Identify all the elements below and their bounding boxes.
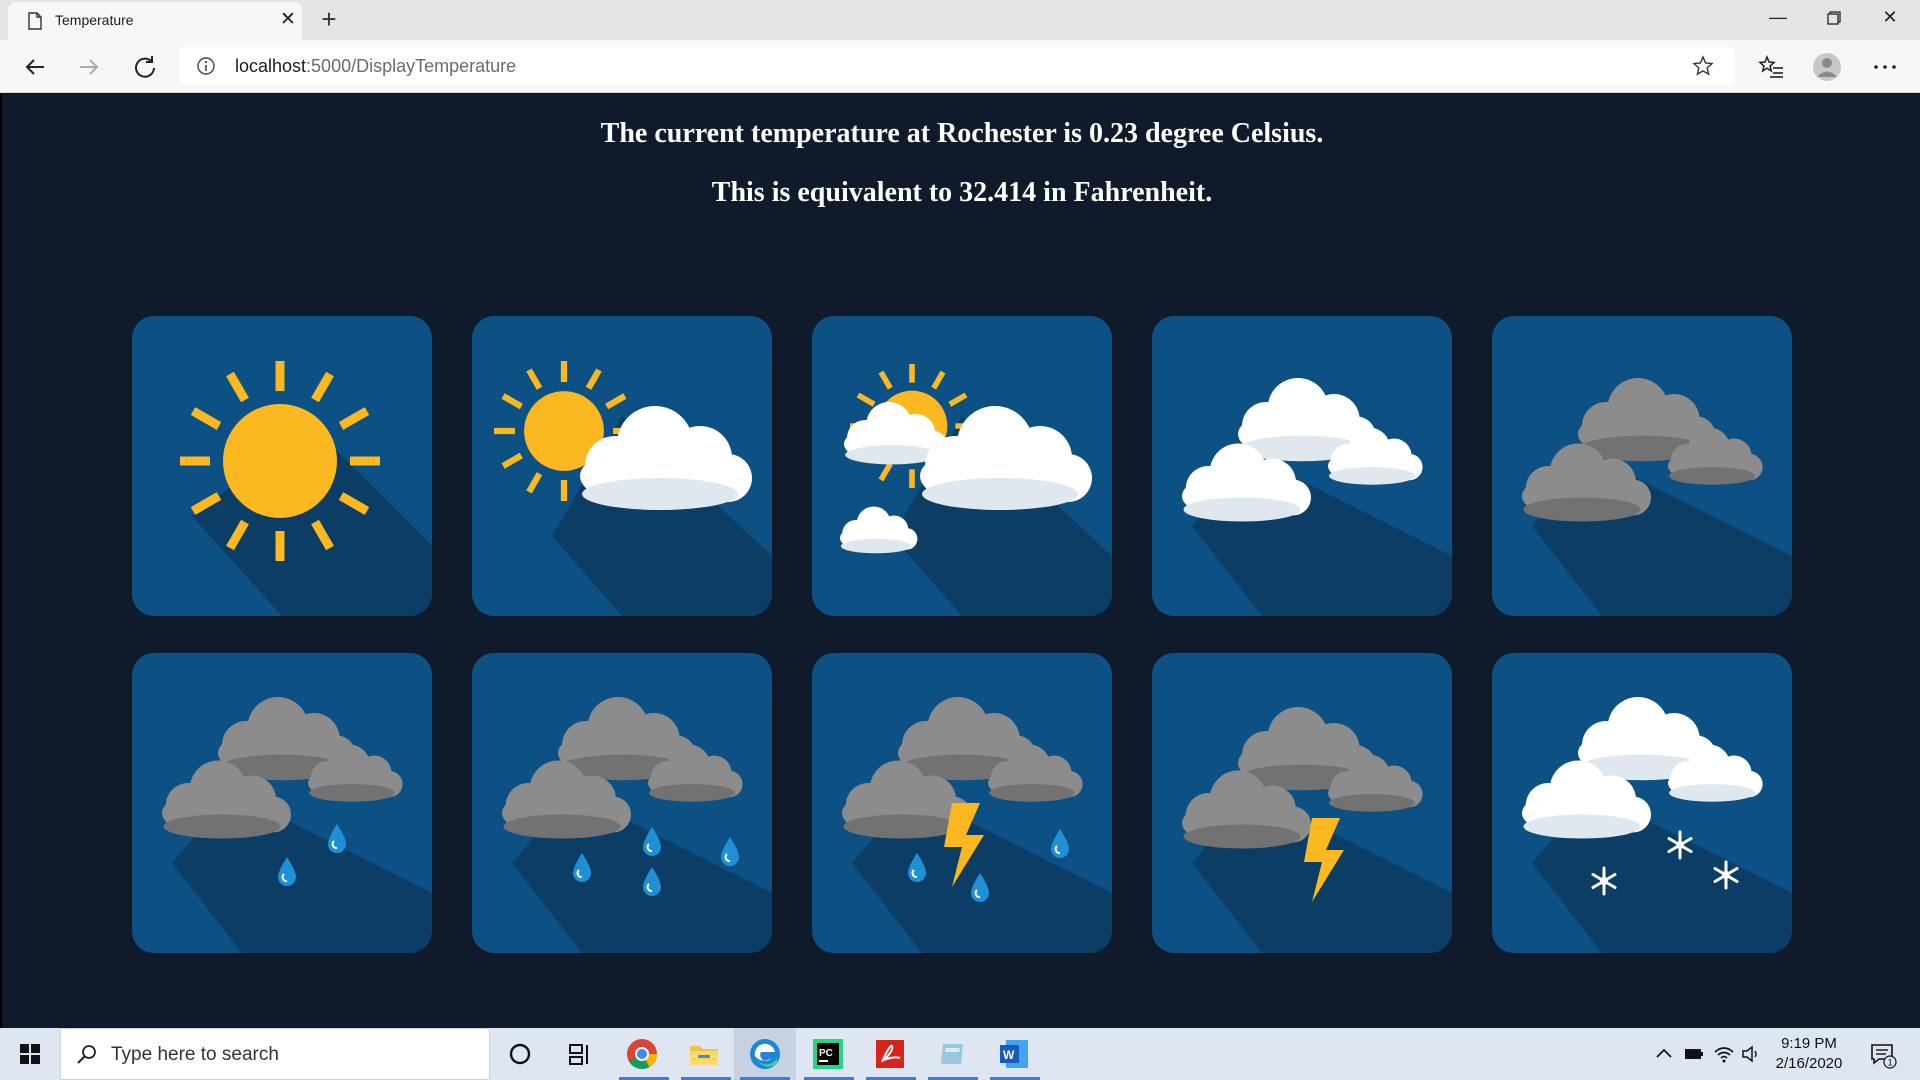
pycharm-icon[interactable]: PC (810, 1036, 846, 1072)
refresh-icon[interactable] (128, 50, 162, 84)
restore-icon[interactable] (1806, 2, 1862, 34)
show-hidden-icons-chevron-icon[interactable] (1652, 1042, 1676, 1066)
clock[interactable]: 9:19 PM 2/16/2020 (1764, 1034, 1854, 1074)
url-host: localhost (235, 56, 307, 76)
search-icon (77, 1045, 96, 1064)
thunderstorm-icon (1152, 653, 1452, 953)
acrobat-icon[interactable] (872, 1036, 908, 1072)
url-path: :5000/DisplayTemperature (306, 56, 517, 76)
battery-icon[interactable] (1682, 1042, 1706, 1066)
site-info-icon[interactable] (196, 56, 216, 76)
tab-title: Temperature (55, 12, 134, 28)
close-window-icon[interactable]: ✕ (1862, 2, 1918, 34)
rain-icon (472, 653, 772, 953)
tab-strip: Temperature ✕ + — ✕ (0, 0, 1920, 40)
address-bar[interactable]: localhost:5000/DisplayTemperature (180, 47, 1734, 85)
search-placeholder: Type here to search (111, 1044, 279, 1065)
minimize-icon[interactable]: — (1750, 2, 1806, 34)
more-menu-icon[interactable] (1870, 52, 1900, 82)
new-tab-icon[interactable]: + (316, 6, 342, 32)
forward-icon[interactable] (72, 50, 106, 84)
volume-icon[interactable] (1740, 1042, 1764, 1066)
browser-toolbar: localhost:5000/DisplayTemperature (0, 40, 1920, 93)
task-view-icon[interactable] (562, 1036, 598, 1072)
sunny-icon (132, 316, 432, 616)
clock-time: 9:19 PM (1781, 1035, 1837, 1052)
cortana-icon[interactable] (502, 1036, 538, 1072)
url-text: localhost:5000/DisplayTemperature (235, 56, 516, 77)
word-icon[interactable]: W (996, 1036, 1032, 1072)
svg-text:W: W (1003, 1048, 1015, 1062)
back-icon[interactable] (18, 50, 52, 84)
mostly-cloudy-sun-icon (812, 316, 1112, 616)
edge-icon[interactable] (747, 1036, 783, 1072)
favorites-icon[interactable] (1756, 52, 1786, 82)
notification-count: 1 (1888, 1058, 1893, 1068)
light-rain-icon (132, 653, 432, 953)
celsius-text: The current temperature at Rochester is … (600, 118, 1324, 149)
browser-tab[interactable]: Temperature ✕ (8, 2, 302, 40)
overcast-icon (1492, 316, 1792, 616)
chrome-icon[interactable] (624, 1036, 660, 1072)
notes-app-icon[interactable] (934, 1036, 970, 1072)
page-content: The current temperature at Rochester is … (0, 94, 1920, 1028)
thunder-rain-icon (812, 653, 1112, 953)
taskbar: Type here to search PC W 9:19 PM 2/16/20… (0, 1028, 1920, 1080)
svg-text:PC: PC (819, 1048, 833, 1059)
notification-center-icon[interactable]: 1 (1868, 1040, 1898, 1070)
snow-icon (1492, 653, 1792, 953)
clock-date: 2/16/2020 (1775, 1055, 1843, 1072)
partly-sunny-icon (472, 316, 772, 616)
fahrenheit-text: This is equivalent to 32.414 in Fahrenhe… (711, 177, 1213, 208)
page-icon (28, 12, 42, 30)
file-explorer-icon[interactable] (686, 1036, 722, 1072)
close-tab-icon[interactable]: ✕ (278, 10, 298, 30)
cloudy-icon (1152, 316, 1452, 616)
profile-avatar-icon[interactable] (1812, 52, 1842, 82)
favorite-star-icon[interactable] (1692, 55, 1714, 77)
taskbar-search-box[interactable]: Type here to search (60, 1028, 490, 1080)
wifi-icon[interactable] (1712, 1042, 1736, 1066)
windows-start-icon[interactable] (0, 1028, 60, 1080)
